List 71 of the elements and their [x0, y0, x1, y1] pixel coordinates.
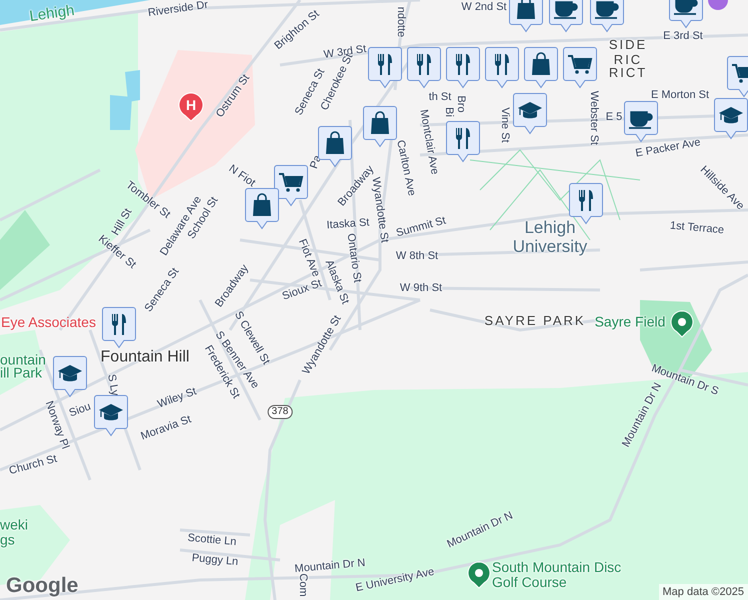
map-logo: Google — [6, 574, 78, 598]
street-label: Puggy Ln — [191, 552, 239, 568]
street-label: Hill St — [110, 206, 134, 238]
route-shield: 378 — [268, 405, 292, 419]
graduation-cap-pin-icon[interactable] — [714, 98, 748, 140]
map-attribution: Map data ©2025 — [658, 584, 748, 600]
shopping-bag-pin-icon[interactable] — [524, 47, 558, 89]
fork-knife-pin-icon[interactable] — [102, 307, 136, 349]
street-label: Moravia St — [139, 413, 193, 443]
hospital-pin-icon[interactable]: H — [178, 92, 204, 122]
river-label: Lehigh — [28, 2, 76, 26]
street-label: Summit St — [394, 214, 448, 240]
street-label: Sioux St — [280, 277, 324, 303]
fork-knife-pin-icon[interactable] — [407, 47, 441, 89]
street-label: E 3rd St — [663, 30, 703, 42]
shopping-cart-pin-icon[interactable] — [563, 47, 597, 89]
district-label: RIC — [614, 53, 642, 67]
park-label: South Mountain Disc Golf Course — [492, 560, 622, 590]
street-label: Bi — [443, 107, 455, 117]
campus-label: Lehigh University — [512, 218, 588, 256]
street-label: Vine St — [499, 107, 511, 143]
street-label: W 8th St — [396, 250, 438, 262]
street-label: E Morton St — [650, 89, 710, 101]
fork-knife-pin-icon[interactable] — [368, 47, 402, 89]
street-label: W 9th St — [400, 282, 442, 294]
street-label: 1st Terrace — [669, 220, 725, 236]
clinic-label: Eye Associates — [1, 316, 96, 328]
park-pin-icon[interactable] — [670, 310, 694, 338]
street-label: Scottie Ln — [187, 532, 237, 548]
street-label: ndotte — [395, 6, 407, 38]
coffee-cup-pin-icon[interactable] — [590, 0, 624, 33]
fork-knife-pin-icon[interactable] — [446, 47, 480, 89]
street-label: Church St — [8, 452, 58, 478]
street-label: Itaska St — [326, 216, 370, 232]
graduation-cap-pin-icon[interactable] — [94, 395, 128, 437]
park-label: ill Park — [0, 366, 42, 380]
street-label: W 2nd St — [461, 1, 507, 13]
street-label: E Packer Ave — [634, 136, 702, 160]
graduation-cap-pin-icon[interactable] — [513, 93, 547, 135]
graduation-cap-pin-icon[interactable] — [53, 356, 87, 398]
street-label: S Ly — [105, 373, 121, 397]
street-label: N Fiot — [226, 162, 258, 190]
park-label: weki — [0, 518, 28, 532]
shopping-bag-pin-icon[interactable] — [245, 188, 279, 230]
street-label: th St — [428, 91, 452, 103]
street-label: Montclair Ave — [417, 108, 441, 176]
fork-knife-pin-icon[interactable] — [446, 121, 480, 163]
park-label: Sayre Field — [594, 314, 666, 330]
park-label: ountain — [0, 352, 46, 368]
street-label: Bro — [455, 95, 467, 113]
park-pin-icon[interactable] — [467, 561, 491, 589]
street-label: Wiley St — [156, 385, 198, 411]
coffee-cup-pin-icon[interactable] — [549, 0, 583, 33]
street-label: Webster St — [588, 90, 600, 146]
street-label: Fiot Ave — [296, 237, 322, 279]
street-label: Carlton Ave — [394, 139, 418, 197]
street-label: Riverside Dr — [147, 0, 209, 20]
shopping-bag-pin-icon[interactable] — [509, 0, 543, 33]
shopping-cart-pin-icon[interactable] — [274, 165, 308, 207]
street-label: Wyandotte St — [369, 176, 391, 244]
town-label: Fountain Hill — [100, 348, 190, 366]
district-label: RICT — [608, 66, 648, 80]
street-label: Siou — [68, 400, 92, 420]
district-label: SAYRE PARK — [484, 314, 586, 328]
street-label: Com — [297, 573, 309, 597]
coffee-cup-pin-icon[interactable] — [624, 101, 658, 143]
district-label: SIDE — [608, 38, 648, 52]
street-label: E 5 — [606, 111, 622, 123]
fork-knife-pin-icon[interactable] — [485, 47, 519, 89]
shopping-bag-pin-icon[interactable] — [363, 106, 397, 148]
park-label: gs — [0, 532, 15, 548]
